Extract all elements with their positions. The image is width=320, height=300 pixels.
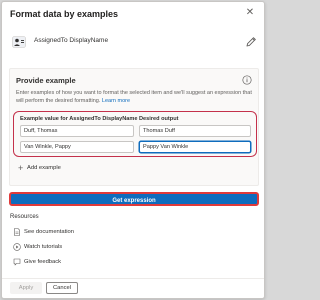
edit-icon[interactable] bbox=[244, 35, 258, 49]
example-input-1[interactable] bbox=[20, 125, 134, 137]
learn-more-link[interactable]: Learn more bbox=[102, 98, 130, 104]
play-icon bbox=[13, 243, 21, 251]
desired-output-1[interactable] bbox=[139, 125, 251, 137]
person-field-icon bbox=[12, 36, 26, 48]
add-example-label: Add example bbox=[27, 165, 61, 171]
cancel-button[interactable]: Cancel bbox=[46, 282, 78, 294]
example-value-header: Example value for AssignedTo DisplayName bbox=[20, 116, 138, 122]
plus-icon: + bbox=[18, 163, 24, 173]
give-feedback-label: Give feedback bbox=[24, 259, 62, 265]
footer-divider bbox=[2, 278, 264, 279]
example-input-2[interactable] bbox=[20, 141, 134, 153]
watch-tutorials-label: Watch tutorials bbox=[24, 244, 63, 250]
provide-example-title: Provide example bbox=[16, 76, 76, 85]
description-text: Enter examples of how you want to format… bbox=[16, 90, 252, 104]
desired-output-header: Desired output bbox=[139, 116, 179, 122]
provide-example-description: Enter examples of how you want to format… bbox=[16, 89, 254, 105]
format-by-examples-panel: Format data by examples ✕ AssignedTo Dis… bbox=[1, 1, 265, 299]
provide-example-card: Provide example Enter examples of how yo… bbox=[9, 68, 259, 186]
column-name: AssignedTo DisplayName bbox=[34, 37, 109, 44]
info-icon[interactable] bbox=[242, 75, 252, 85]
panel-header: Format data by examples ✕ bbox=[2, 2, 264, 28]
panel-title: Format data by examples bbox=[10, 9, 119, 19]
examples-table: Example value for AssignedTo DisplayName… bbox=[13, 111, 257, 157]
apply-button[interactable]: Apply bbox=[10, 282, 42, 294]
document-icon bbox=[14, 228, 20, 236]
close-button[interactable]: ✕ bbox=[244, 7, 256, 19]
close-icon: ✕ bbox=[245, 7, 255, 18]
see-documentation-label: See documentation bbox=[24, 229, 74, 235]
desired-output-2[interactable] bbox=[139, 141, 251, 153]
get-expression-button[interactable]: Get expression bbox=[9, 192, 259, 206]
resources-title: Resources bbox=[10, 214, 39, 220]
column-row: AssignedTo DisplayName bbox=[10, 32, 258, 54]
feedback-icon bbox=[13, 258, 21, 266]
